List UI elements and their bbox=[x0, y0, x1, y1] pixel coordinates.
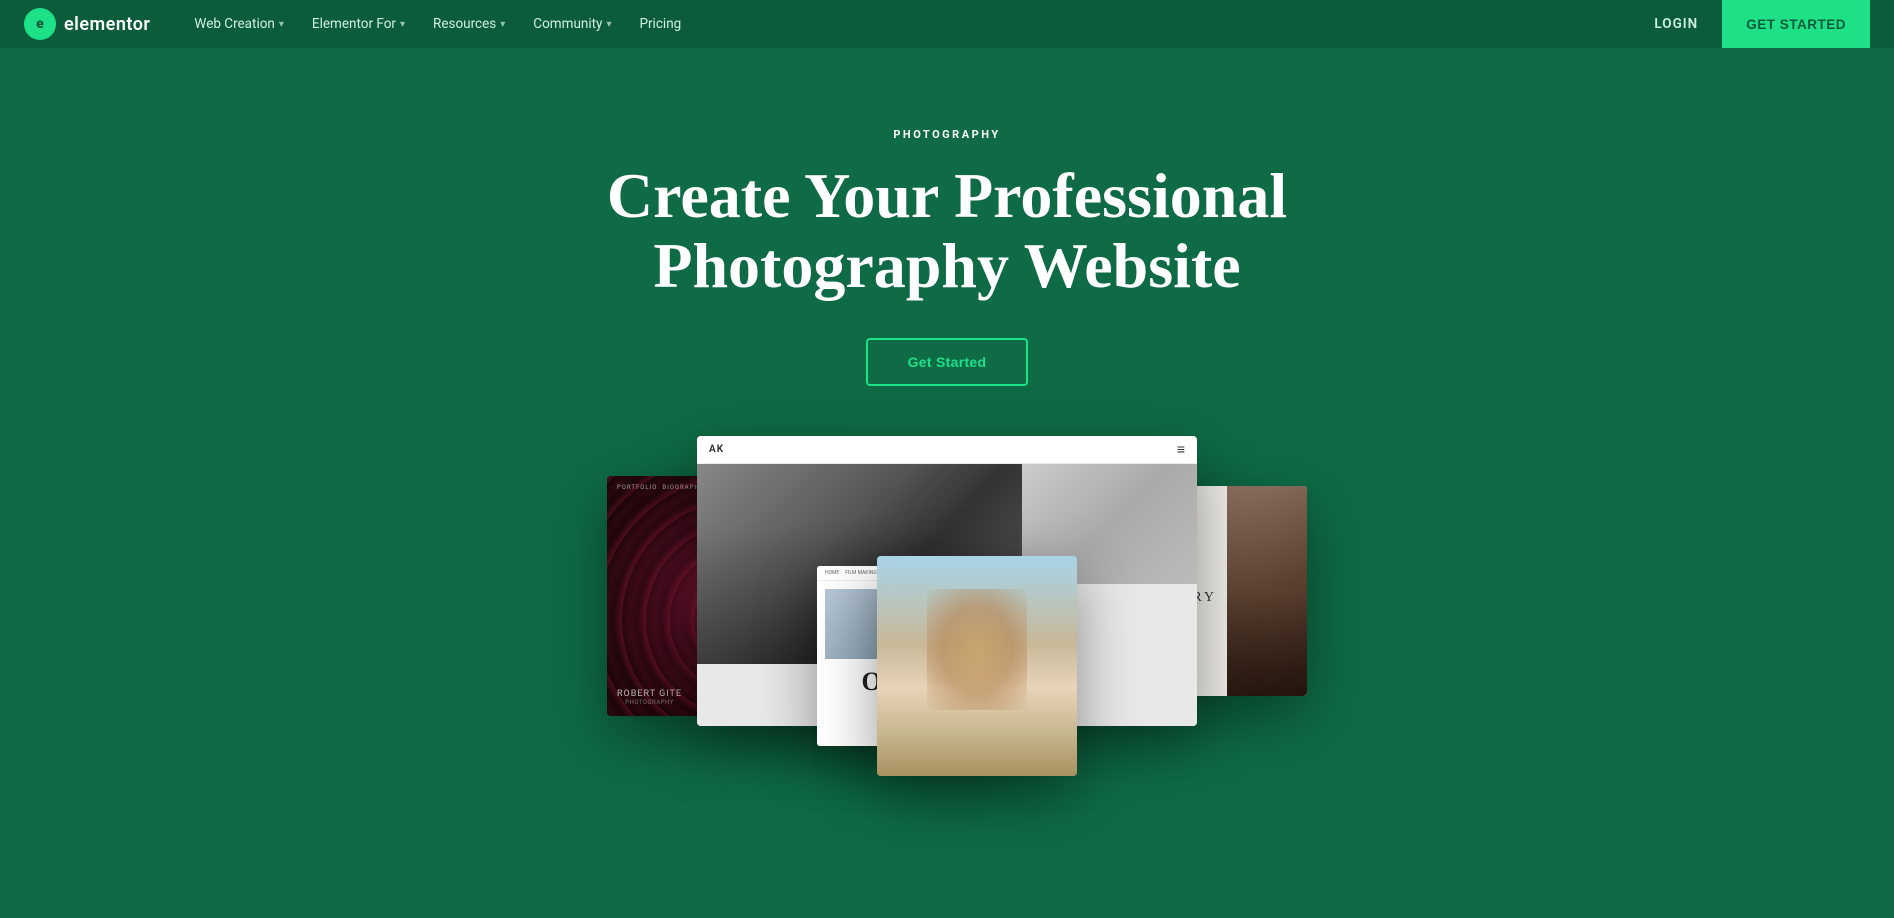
chevron-down-icon: ▾ bbox=[400, 19, 405, 30]
get-started-nav-button[interactable]: GET STARTED bbox=[1722, 0, 1870, 48]
brand-name: elementor bbox=[64, 14, 150, 35]
nav-links: Web Creation ▾ Elementor For ▾ Resources… bbox=[182, 10, 1638, 38]
navbar: e elementor Web Creation ▾ Elementor For… bbox=[0, 0, 1894, 48]
nav-item-web-creation[interactable]: Web Creation ▾ bbox=[182, 10, 295, 38]
chevron-down-icon: ▾ bbox=[279, 19, 284, 30]
doc-photo-side bbox=[1227, 486, 1307, 696]
hero-section: PHOTOGRAPHY Create Your Professional Pho… bbox=[0, 48, 1894, 786]
preview-screenshots: AK ≡ ANDY KELLY * photographer * PORTFOL… bbox=[557, 426, 1337, 736]
wind-photo-figure bbox=[877, 556, 1077, 776]
ak-menu-icon: ≡ bbox=[1177, 441, 1185, 458]
chevron-down-icon: ▾ bbox=[500, 19, 505, 30]
logo-icon: e bbox=[24, 8, 56, 40]
hero-title: Create Your Professional Photography Web… bbox=[597, 161, 1297, 302]
nav-item-elementor-for[interactable]: Elementor For ▾ bbox=[300, 10, 417, 38]
dark-card-title-area: ROBERT GITE PHOTOGRAPHY bbox=[617, 689, 682, 706]
nav-right: LOGIN GET STARTED bbox=[1638, 0, 1870, 48]
nav-item-pricing[interactable]: Pricing bbox=[627, 10, 693, 38]
hero-category: PHOTOGRAPHY bbox=[20, 128, 1874, 141]
preview-wind-photo bbox=[877, 556, 1077, 776]
previews-container: AK ≡ ANDY KELLY * photographer * PORTFOL… bbox=[20, 426, 1874, 746]
login-button[interactable]: LOGIN bbox=[1638, 10, 1714, 38]
ak-logo: AK bbox=[709, 444, 724, 455]
chevron-down-icon: ▾ bbox=[606, 19, 611, 30]
nav-item-resources[interactable]: Resources ▾ bbox=[421, 10, 517, 38]
hero-cta-button[interactable]: Get Started bbox=[866, 338, 1029, 386]
logo-link[interactable]: e elementor bbox=[24, 8, 150, 40]
ouble-photo bbox=[825, 589, 880, 659]
nav-item-community[interactable]: Community ▾ bbox=[521, 10, 623, 38]
